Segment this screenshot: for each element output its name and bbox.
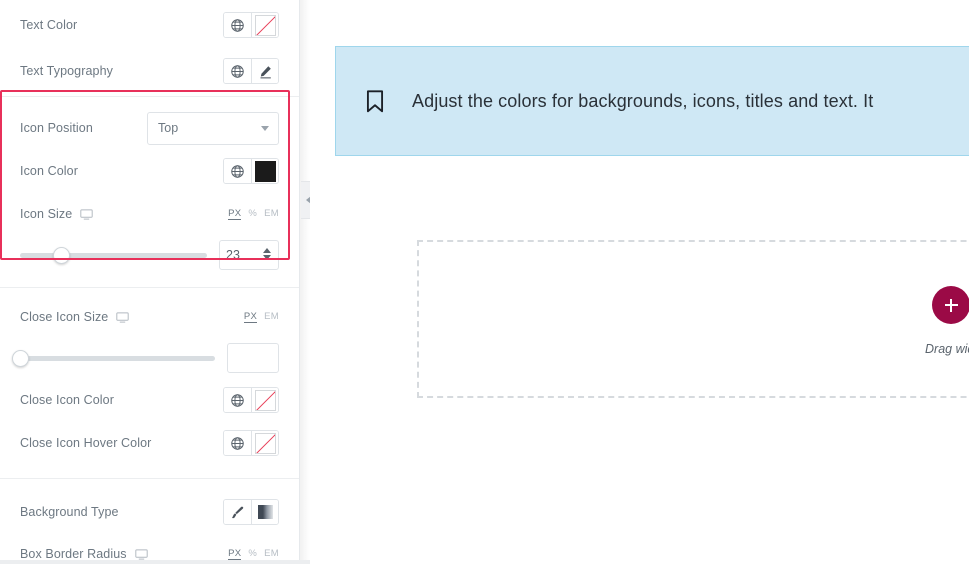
desktop-icon[interactable] (80, 208, 94, 221)
solid-color-swatch (254, 160, 276, 182)
icon-position-value: Top (158, 121, 179, 135)
control-row-close-icon-size-header: Close Icon Size PX EM (0, 296, 299, 338)
settings-panel: Text Color Text Typography Icon Position… (0, 0, 300, 560)
close-icon-color-control[interactable] (223, 387, 279, 413)
section-icon-settings: Icon Position Top Icon Color Icon Size P… (0, 97, 299, 275)
control-label-icon-size: Icon Size (20, 207, 73, 221)
close-icon-color-swatch[interactable] (251, 388, 278, 412)
icon-size-units: PX % EM (228, 208, 279, 220)
no-color-swatch-icon (254, 389, 276, 411)
box-border-radius-units: PX % EM (228, 548, 279, 560)
text-color-control[interactable] (223, 12, 279, 38)
text-typography-control[interactable] (223, 58, 279, 84)
plus-icon (950, 298, 952, 312)
control-label-icon-position: Icon Position (20, 121, 93, 135)
desktop-icon[interactable] (116, 311, 130, 324)
control-row-icon-color: Icon Color (0, 149, 299, 193)
section-background: Background Type Box Border Radius PX % E… (0, 479, 299, 560)
section-text-styles: Text Color Text Typography (0, 0, 299, 92)
control-label-close-icon-size: Close Icon Size (20, 310, 109, 324)
info-notice: Adjust the colors for backgrounds, icons… (335, 46, 969, 156)
unit-px[interactable]: PX (228, 208, 242, 220)
control-row-close-icon-size-slider (0, 338, 299, 378)
pencil-edit-icon[interactable] (251, 59, 278, 83)
close-icon-size-slider-handle[interactable] (11, 349, 29, 367)
unit-em[interactable]: EM (264, 208, 279, 219)
no-color-swatch-icon (254, 14, 276, 36)
bookmark-icon (366, 89, 384, 112)
close-icon-hover-color-control[interactable] (223, 430, 279, 456)
icon-size-slider[interactable] (20, 246, 207, 264)
unit-em[interactable]: EM (264, 548, 279, 559)
control-label-close-icon-hover-color: Close Icon Hover Color (20, 436, 152, 450)
panel-shadow (300, 0, 310, 560)
close-icon-size-units: PX EM (243, 311, 279, 323)
icon-position-select[interactable]: Top (147, 111, 279, 145)
control-row-text-color: Text Color (0, 0, 299, 50)
globe-icon[interactable] (224, 159, 251, 183)
background-type-classic-option[interactable] (224, 500, 251, 524)
stepper-down-icon[interactable] (263, 255, 271, 260)
elementor-editor-screen: Text Color Text Typography Icon Position… (0, 0, 969, 564)
icon-size-slider-handle[interactable] (52, 246, 70, 264)
control-row-close-icon-color: Close Icon Color (0, 378, 299, 422)
text-color-swatch[interactable] (251, 13, 278, 37)
close-icon-size-slider[interactable] (11, 349, 215, 367)
control-row-icon-size-slider: 23 (0, 235, 299, 275)
close-icon-size-input[interactable] (227, 343, 279, 373)
desktop-icon[interactable] (134, 548, 148, 561)
globe-icon[interactable] (224, 388, 251, 412)
widget-dropzone[interactable] (417, 240, 969, 398)
unit-em[interactable]: EM (264, 311, 279, 322)
close-icon-hover-color-swatch[interactable] (251, 431, 278, 455)
stepper-up-icon[interactable] (263, 248, 271, 253)
unit-px[interactable]: PX (228, 548, 242, 560)
background-type-gradient-option[interactable] (251, 500, 278, 524)
control-row-close-icon-hover-color: Close Icon Hover Color (0, 422, 299, 464)
control-label-icon-color: Icon Color (20, 164, 78, 178)
globe-icon[interactable] (224, 13, 251, 37)
control-label-background-type: Background Type (20, 505, 119, 519)
icon-color-swatch[interactable] (251, 159, 278, 183)
control-label-text-typography: Text Typography (20, 64, 113, 78)
gradient-icon (257, 505, 273, 519)
icon-size-stepper[interactable] (263, 248, 271, 260)
control-row-box-border-radius-header: Box Border Radius PX % EM (0, 533, 299, 560)
section-close-icon: Close Icon Size PX EM Close Icon Color C… (0, 288, 299, 464)
control-label-text-color: Text Color (20, 18, 78, 32)
control-row-background-type: Background Type (0, 491, 299, 533)
icon-size-value: 23 (226, 248, 240, 262)
panel-bottom-fill (0, 560, 310, 564)
control-label-box-border-radius: Box Border Radius (20, 547, 127, 560)
control-row-icon-size-header: Icon Size PX % EM (0, 193, 299, 235)
info-notice-message: Adjust the colors for backgrounds, icons… (412, 90, 874, 111)
no-color-swatch-icon (254, 432, 276, 454)
preview-canvas: Adjust the colors for backgrounds, icons… (310, 0, 969, 564)
background-type-control[interactable] (223, 499, 279, 525)
unit-percent[interactable]: % (248, 208, 257, 219)
chevron-down-icon (261, 126, 269, 131)
paintbrush-icon (232, 506, 244, 518)
drag-widget-hint: Drag widget here (925, 342, 969, 356)
unit-percent[interactable]: % (248, 548, 257, 559)
icon-size-input[interactable]: 23 (219, 240, 279, 270)
control-label-close-icon-color: Close Icon Color (20, 393, 115, 407)
icon-color-control[interactable] (223, 158, 279, 184)
add-widget-button[interactable] (932, 286, 969, 324)
control-row-text-typography: Text Typography (0, 50, 299, 92)
globe-icon[interactable] (224, 431, 251, 455)
unit-px[interactable]: PX (243, 311, 258, 323)
control-row-icon-position: Icon Position Top (0, 107, 299, 149)
globe-icon[interactable] (224, 59, 251, 83)
